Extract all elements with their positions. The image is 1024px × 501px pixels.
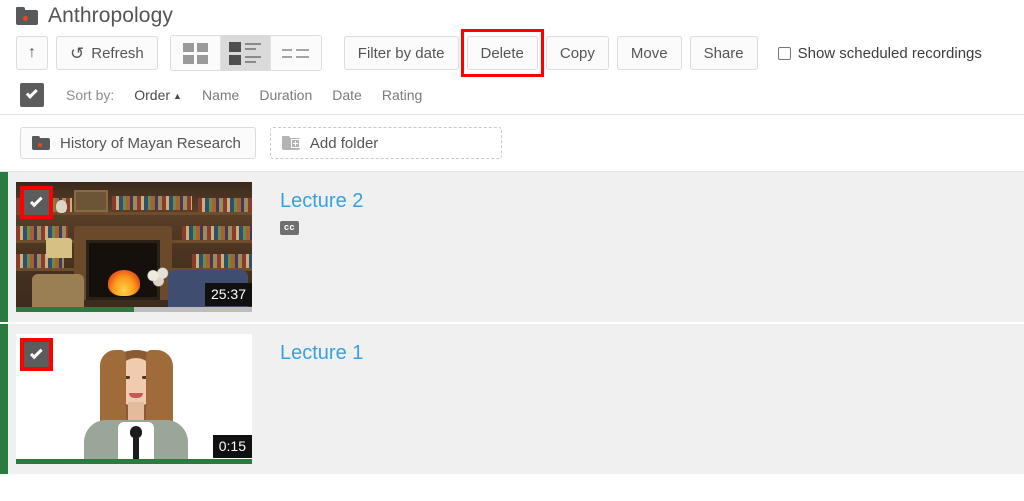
row-status-bar [0,172,8,322]
selection-highlight [20,186,53,219]
recording-thumbnail[interactable]: 25:37 [16,182,252,312]
recordings-list: 25:37 Lecture 2 cc 0:15 Lecture 1 [0,172,1024,476]
recording-meta: Lecture 2 cc [252,182,363,312]
grid-view-button[interactable] [170,36,221,70]
folder-chip-label: History of Mayan Research [60,134,241,152]
navigate-up-button[interactable]: ↑ [16,36,48,70]
sort-option-duration[interactable]: Duration [259,87,312,103]
rows-icon [282,48,310,58]
page-header: Anthropology [0,0,1024,30]
folder-row: History of Mayan Research Add folder [0,115,1024,172]
delete-button[interactable]: Delete [466,36,538,70]
filter-by-date-button[interactable]: Filter by date [343,36,459,70]
selection-highlight [20,338,53,371]
add-folder-icon [281,135,300,151]
add-folder-button[interactable]: Add folder [269,127,502,159]
refresh-icon: ↻ [70,43,85,63]
table-row[interactable]: 0:15 Lecture 1 [0,324,1024,476]
recording-title-link[interactable]: Lecture 1 [280,342,363,365]
sort-option-order[interactable]: Order ▲ [134,87,182,103]
share-button[interactable]: Share [689,36,758,70]
sort-option-date[interactable]: Date [332,87,362,103]
sort-asc-caret-icon: ▲ [173,91,182,101]
watch-progress-bar [16,307,252,312]
sort-option-name[interactable]: Name [202,87,239,103]
move-button[interactable]: Move [616,36,682,70]
compact-view-button[interactable] [270,36,321,70]
recording-select-checkbox[interactable] [20,338,53,371]
grid-icon [182,42,208,64]
select-all-checkbox[interactable] [20,83,44,107]
recording-select-checkbox[interactable] [20,186,53,219]
list-view-button[interactable] [220,36,271,70]
table-row[interactable]: 25:37 Lecture 2 cc [0,172,1024,324]
refresh-label: Refresh [91,44,144,62]
recording-meta: Lecture 1 [252,334,363,464]
sort-by-label: Sort by: [66,87,115,103]
folder-chip-history-of-mayan-research[interactable]: History of Mayan Research [20,127,256,159]
recording-thumbnail[interactable]: 0:15 [16,334,252,464]
show-scheduled-recordings-toggle[interactable]: Show scheduled recordings [777,44,982,62]
folder-icon [16,7,38,25]
recording-title-link[interactable]: Lecture 2 [280,190,363,213]
recording-badges: cc [280,221,363,235]
add-folder-label: Add folder [309,134,379,152]
list-icon [229,41,262,65]
sort-option-rating[interactable]: Rating [382,87,422,103]
duration-badge: 25:37 [204,283,252,306]
row-status-bar [0,324,8,474]
duration-badge: 0:15 [212,435,252,458]
view-mode-group [169,35,322,71]
toolbar: ↑ ↻ Refresh Filter by date Delete Copy M… [0,29,1024,77]
arrow-up-icon: ↑ [28,44,36,61]
refresh-button[interactable]: ↻ Refresh [56,36,158,70]
delete-highlight: Delete [460,29,545,77]
show-scheduled-checkbox[interactable] [777,46,791,60]
show-scheduled-label: Show scheduled recordings [797,44,982,62]
cc-icon: cc [280,221,300,235]
copy-button[interactable]: Copy [545,36,609,70]
page-title: Anthropology [48,4,173,27]
watch-progress-bar [16,459,252,464]
sort-option-order-label: Order [134,87,171,103]
folder-icon [32,135,50,151]
sort-row: Sort by: Order ▲ Name Duration Date Ratin… [0,76,1024,115]
